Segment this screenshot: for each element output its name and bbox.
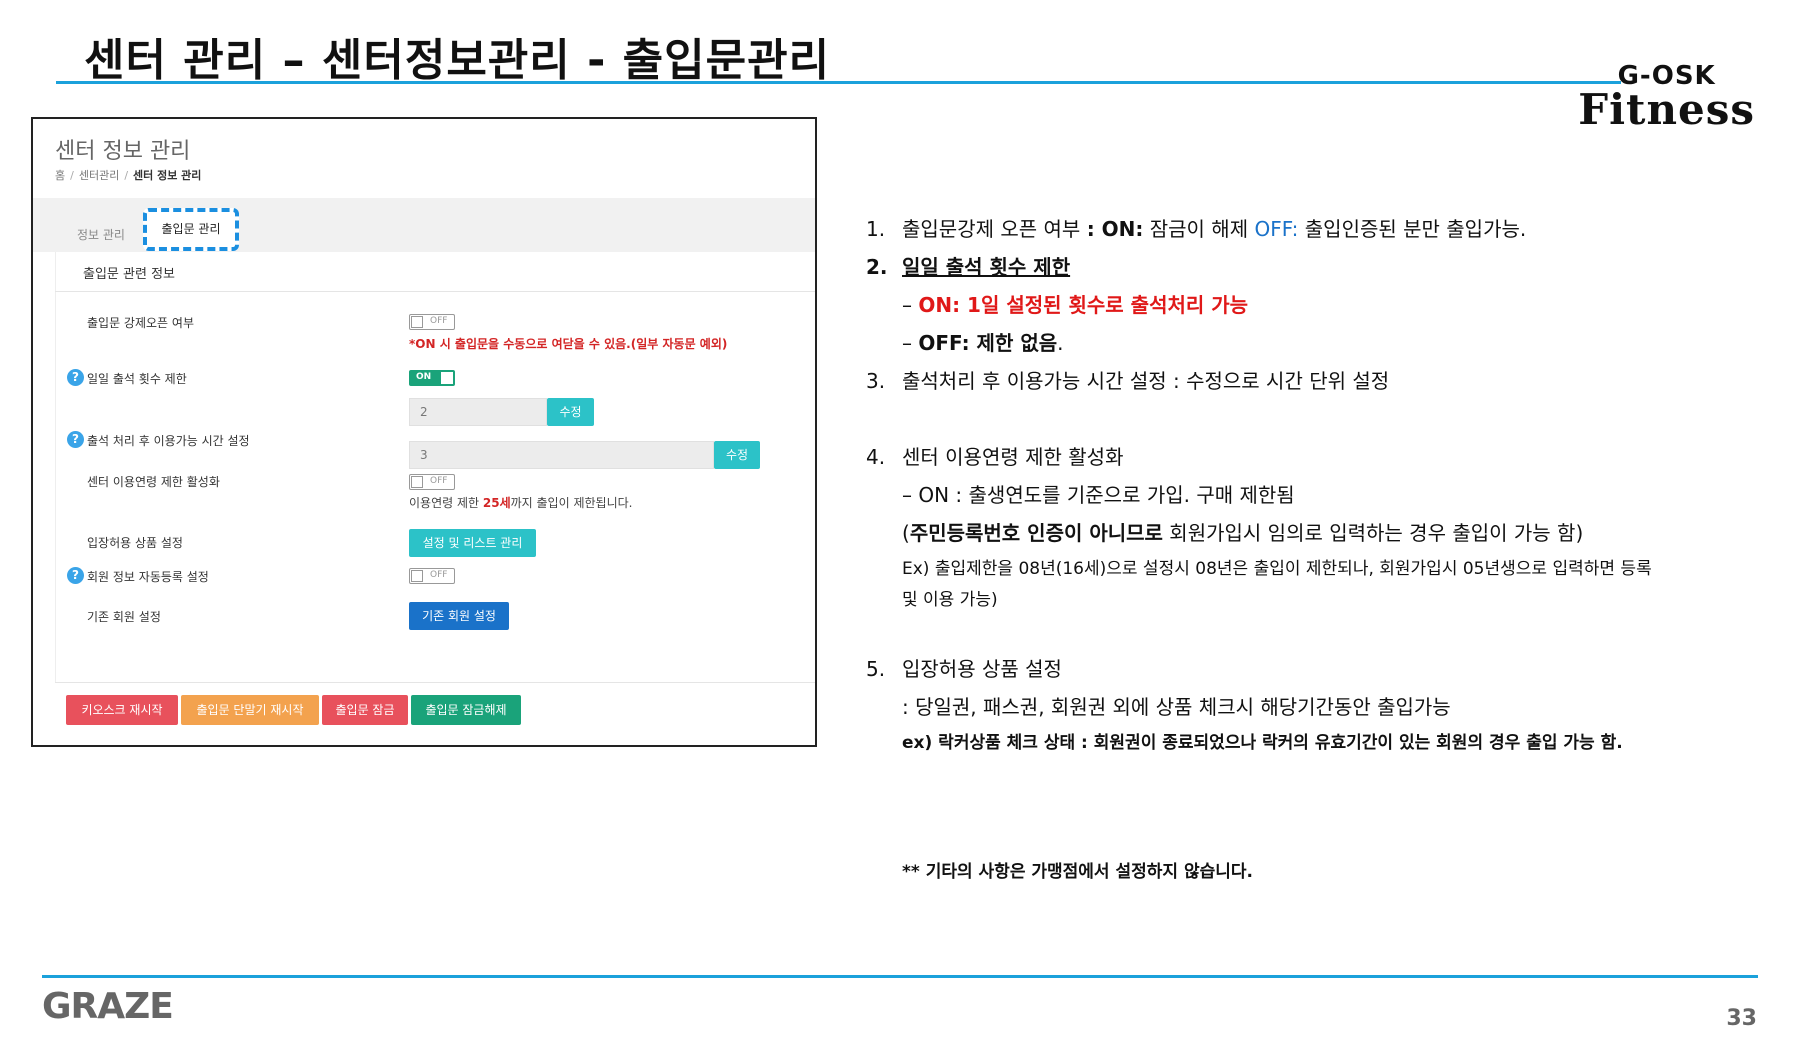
- section-divider: [55, 291, 815, 292]
- desc-item-5: 5. 입장허용 상품 설정: [866, 657, 1062, 681]
- slide-title: 센터 관리 – 센터정보관리 - 출입문관리: [84, 35, 831, 86]
- door-lock-button[interactable]: 출입문 잠금: [322, 695, 408, 725]
- bottom-divider: [55, 682, 815, 683]
- app-page-title: 센터 정보 관리: [55, 139, 191, 164]
- desc-item-2-off: – OFF: 제한 없음.: [902, 331, 1064, 355]
- section-header: 출입문 관련 정보: [83, 267, 175, 282]
- desc-item-4-example-2: 및 이용 가능): [902, 590, 998, 610]
- desc-item-5-example: ex) 락커상품 체크 상태 : 회원권이 종료되었으나 락커의 유효기간이 있…: [902, 733, 1623, 753]
- force-open-note: *ON 시 출입문을 수동으로 여닫을 수 있음.(일부 자동문 예외): [409, 337, 728, 351]
- tab-bar: 정보 관리 출입문 관리: [33, 198, 815, 252]
- tab-info[interactable]: 정보 관리: [77, 226, 125, 243]
- brand-main-text: Fitness: [1578, 85, 1755, 134]
- door-terminal-restart-button[interactable]: 출입문 단말기 재시작: [181, 695, 319, 725]
- breadcrumb-home[interactable]: 홈: [55, 169, 65, 182]
- age-limit-toggle[interactable]: OFF: [409, 474, 455, 490]
- kiosk-restart-button[interactable]: 키오스크 재시작: [66, 695, 178, 725]
- existing-member-button[interactable]: 기존 회원 설정: [409, 602, 509, 630]
- footer-divider: [42, 975, 1758, 978]
- desc-item-1: 1. 출입문강제 오픈 여부 : ON: 잠금이 해제 OFF: 출입인증된 분만…: [866, 217, 1527, 241]
- age-limit-label: 센터 이용연령 제한 활성화: [87, 475, 220, 489]
- desc-item-2-on: – ON: 1일 설정된 횟수로 출석처리 가능: [902, 293, 1249, 317]
- breadcrumb-current: 센터 정보 관리: [133, 169, 202, 182]
- auto-register-label: 회원 정보 자동등록 설정: [87, 570, 209, 584]
- desc-item-4: 4. 센터 이용연령 제한 활성화: [866, 445, 1124, 469]
- product-label: 입장허용 상품 설정: [87, 536, 183, 550]
- auto-register-toggle[interactable]: OFF: [409, 568, 455, 584]
- usage-time-input[interactable]: 3: [409, 441, 714, 469]
- desc-item-2: 2. 일일 출석 횟수 제한: [866, 255, 1071, 279]
- desc-item-4-example-1: Ex) 출입제한을 08년(16세)으로 설정시 08년은 출입이 제한되나, …: [902, 559, 1652, 579]
- desc-item-3: 3. 출석처리 후 이용가능 시간 설정 : 수정으로 시간 단위 설정: [866, 369, 1390, 393]
- daily-limit-label: 일일 출석 횟수 제한: [87, 372, 187, 386]
- title-divider: [56, 81, 1621, 84]
- footnote: ** 기타의 사항은 가맹점에서 설정하지 않습니다.: [902, 862, 1253, 882]
- app-screenshot: 센터 정보 관리 홈 / 센터관리 / 센터 정보 관리 정보 관리 출입문 관리 출입…: [31, 117, 817, 747]
- usage-time-label: 출석 처리 후 이용가능 시간 설정: [87, 434, 250, 448]
- help-icon[interactable]: ?: [67, 567, 84, 584]
- door-unlock-button[interactable]: 출입문 잠금해제: [411, 695, 521, 725]
- desc-item-5-detail: : 당일권, 패스권, 회원권 외에 상품 체크시 해당기간동안 출입가능: [902, 695, 1451, 719]
- graze-logo: GRAZE: [42, 986, 174, 1027]
- desc-item-4-note: (주민등록번호 인증이 아니므로 회원가입시 임의로 입력하는 경우 출입이 가…: [902, 521, 1584, 545]
- help-icon[interactable]: ?: [67, 431, 84, 448]
- daily-limit-input[interactable]: 2: [409, 398, 547, 426]
- daily-limit-toggle[interactable]: ON: [409, 370, 455, 386]
- usage-time-edit-button[interactable]: 수정: [714, 441, 760, 469]
- product-settings-button[interactable]: 설정 및 리스트 관리: [409, 529, 536, 557]
- desc-item-4-on: – ON : 출생연도를 기준으로 가입. 구매 제한됨: [902, 483, 1295, 507]
- daily-limit-edit-button[interactable]: 수정: [547, 398, 594, 426]
- brand-logo: G-OSK Fitness: [1578, 62, 1755, 134]
- age-limit-note: 이용연령 제한 25세까지 출입이 제한됩니다.: [409, 496, 633, 510]
- breadcrumb-center[interactable]: 센터관리: [79, 169, 119, 182]
- help-icon[interactable]: ?: [67, 369, 84, 386]
- force-open-label: 출입문 강제오픈 여부: [87, 316, 194, 330]
- tab-door[interactable]: 출입문 관리: [143, 208, 239, 251]
- existing-member-label: 기존 회원 설정: [87, 610, 161, 624]
- breadcrumb: 홈 / 센터관리 / 센터 정보 관리: [55, 169, 202, 182]
- force-open-toggle[interactable]: OFF: [409, 314, 455, 330]
- page-number: 33: [1726, 1006, 1757, 1031]
